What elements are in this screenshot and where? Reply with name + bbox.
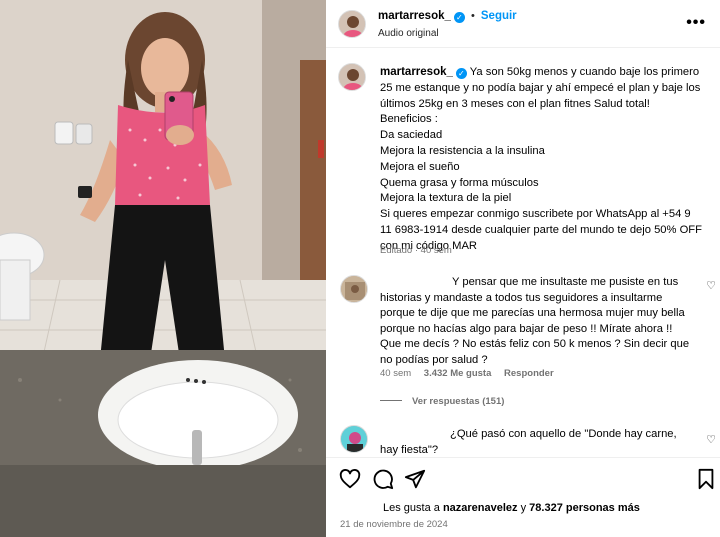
replies-divider (380, 400, 402, 401)
post-panel: martarresok_ ✓ • Seguir Audio original ••… (326, 0, 720, 537)
comment-line: no podías por salud ? (380, 353, 488, 366)
view-replies-label: Ver respuestas (151) (412, 396, 505, 407)
likes-user[interactable]: nazarenavelez (443, 502, 518, 514)
reply-button[interactable]: Responder (504, 368, 554, 379)
caption-line: Quema grasa y forma músculos (380, 176, 539, 189)
caption-line: Mejora la resistencia a la insulina (380, 144, 545, 157)
comment-line: historias y mandaste a todos tus seguido… (380, 291, 663, 304)
paper-plane-icon[interactable] (404, 468, 426, 490)
verified-badge-icon: ✓ (453, 12, 465, 23)
comment-text: ¿Qué pasó con aquello de "Donde hay carn… (380, 427, 700, 457)
post-actions: Les gusta a nazarenavelez y 78.327 perso… (326, 457, 720, 537)
comment-avatar[interactable] (340, 425, 368, 453)
caption-line: Si queres empezar conmigo suscribete por… (380, 208, 691, 221)
comment-avatar[interactable] (340, 275, 368, 303)
post-media[interactable] (0, 0, 326, 537)
author-username[interactable]: martarresok_ (378, 10, 451, 22)
comment-meta: 40 sem 3.432 Me gusta Responder (380, 368, 554, 379)
caption-avatar[interactable] (338, 63, 366, 91)
comment-text: Y pensar que me insultaste me pusiste en… (380, 275, 700, 369)
caption-line: Da saciedad (380, 129, 443, 142)
audio-label[interactable]: Audio original (378, 28, 439, 39)
caption-line: 11 6983-1914 desde cualquier parte del m… (380, 223, 702, 236)
caption-line: Ya son 50kg menos y cuando baje los prim… (469, 66, 700, 78)
caption-line: 25 me estanque y no podía bajar y ahí em… (380, 81, 701, 94)
caption-line: Beneficios : (380, 113, 438, 126)
comment-age: 40 sem (380, 368, 412, 379)
separator-dot: • (470, 10, 475, 22)
view-replies-button[interactable]: Ver respuestas (151) (380, 396, 504, 407)
comment-line: ¿Qué pasó con aquello de "Donde hay carn… (450, 428, 677, 440)
post-date: 21 de noviembre de 2024 (340, 519, 448, 530)
likes-summary[interactable]: Les gusta a nazarenavelez y 78.327 perso… (383, 502, 640, 514)
author-avatar[interactable] (338, 10, 366, 38)
comment-like-heart-icon[interactable]: ♡ (706, 279, 716, 292)
caption-line: Mejora la textura de la piel (380, 192, 512, 205)
caption-meta: Editado · 40 sem (380, 245, 452, 256)
comment-line: Que me decís ? No estás feliz con 50 k m… (380, 338, 690, 351)
comment-like-heart-icon[interactable]: ♡ (706, 433, 716, 446)
verified-badge-icon: ✓ (455, 68, 467, 79)
caption-line: Mejora el sueño (380, 160, 460, 173)
comment-icon[interactable] (372, 468, 394, 490)
comments-scroll-area[interactable]: martarresok_ ✓ Ya son 50kg menos y cuando… (326, 49, 720, 457)
likes-mid: y (517, 502, 530, 514)
comment-likes[interactable]: 3.432 Me gusta (424, 368, 492, 379)
bathroom-mirror-photo (0, 0, 326, 537)
likes-count[interactable]: 78.327 personas más (529, 502, 640, 514)
caption-text: martarresok_ ✓ Ya son 50kg menos y cuando… (380, 65, 712, 255)
heart-icon[interactable] (339, 468, 361, 490)
post-header: martarresok_ ✓ • Seguir Audio original ••… (326, 0, 720, 48)
more-icon[interactable]: ••• (686, 14, 706, 32)
likes-prefix: Les gusta a (383, 502, 443, 514)
bookmark-icon[interactable] (695, 468, 717, 490)
caption-username[interactable]: martarresok_ (380, 66, 453, 78)
comment-line: Y pensar que me insultaste me pusiste en… (452, 276, 679, 288)
follow-button[interactable]: Seguir (481, 10, 517, 22)
comment-line: hay fiesta"? (380, 443, 439, 456)
comment-line: porque te dije que me parecías una hermo… (380, 307, 685, 320)
caption-line: últimos 25kg en 3 meses con el plan fitn… (380, 97, 650, 110)
comment-line: porque no hacías algo para bajar de peso… (380, 322, 673, 335)
